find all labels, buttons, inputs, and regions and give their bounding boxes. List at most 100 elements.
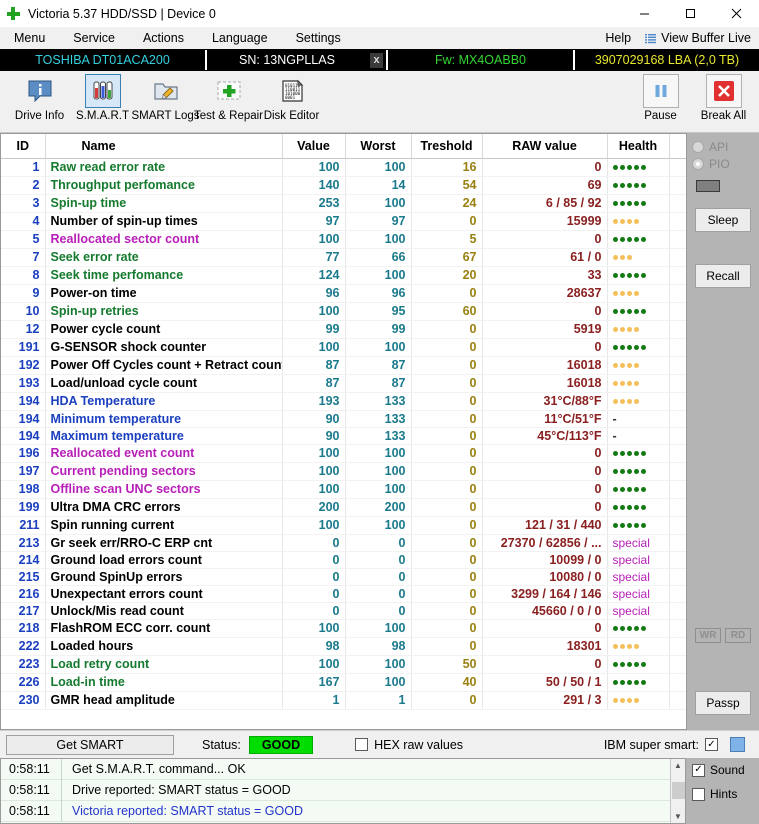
passp-button[interactable]: Passp [695,691,751,715]
menu-item-menu[interactable]: Menu [0,27,59,49]
health-dots [612,267,648,284]
wr-button[interactable]: WR [695,628,721,643]
log-row: 0:58:11 Drive reported: SMART status = GO… [1,779,685,801]
table-row[interactable]: 216 Unexpectant errors count 0 0 0 3299 / 164… [1,585,686,603]
toolbar-button-pause[interactable]: Pause [629,74,692,130]
table-row[interactable]: 217 Unlock/Mis read count 0 0 0 45660 / 0 / 0… [1,602,686,620]
cell-id: 218 [1,619,46,638]
table-row[interactable]: 222 Loaded hours 98 98 0 18301 [1,637,686,656]
sound-option[interactable]: ✓ Sound [692,763,759,777]
hints-option[interactable]: Hints [692,787,759,801]
blue-indicator-box[interactable] [730,737,745,752]
table-row[interactable]: 213 Gr seek err/RRO-C ERP cnt 0 0 0 27370 / 6… [1,534,686,552]
log-time: 0:58:11 [9,783,50,797]
toolbar-button-break-all[interactable]: Break All [692,74,755,130]
table-row[interactable]: 9 Power-on time 96 96 0 28637 [1,284,686,303]
table-row[interactable]: 197 Current pending sectors 100 100 0 0 [1,462,686,481]
table-row[interactable]: 12 Power cycle count 99 99 0 5919 [1,320,686,339]
column-header-health[interactable]: Health [607,134,670,159]
table-row[interactable]: 196 Reallocated event count 100 100 0 0 [1,444,686,463]
menu-item-actions[interactable]: Actions [129,27,198,49]
table-row[interactable]: 198 Offline scan UNC sectors 100 100 0 0 [1,480,686,499]
cell-pad [669,356,686,375]
hints-checkbox[interactable] [692,787,705,801]
menu-item-help[interactable]: Help [591,27,645,49]
table-row[interactable]: 7 Seek error rate 77 66 67 61 / 0 [1,248,686,267]
table-row[interactable]: 5 Reallocated sector count 100 100 5 0 [1,230,686,249]
cell-id: 1 [1,158,46,177]
menu-item-settings[interactable]: Settings [282,27,355,49]
close-button[interactable] [713,0,759,27]
cell-raw: 0 [482,158,608,177]
recall-button[interactable]: Recall [695,264,751,288]
table-row[interactable]: 10 Spin-up retries 100 95 60 0 [1,302,686,321]
table-row[interactable]: 218 FlashROM ECC corr. count 100 100 0 0 [1,619,686,638]
table-row[interactable]: 194 HDA Temperature 193 133 0 31°C/88°F [1,392,686,411]
cell-value: 100 [282,516,346,535]
cell-pad [669,248,686,267]
table-row[interactable]: 214 Ground load errors count 0 0 0 10099 / 0s… [1,551,686,569]
scroll-thumb[interactable] [671,782,685,799]
toolbar-button-smart[interactable]: S.M.A.R.T [71,74,134,130]
minimize-button[interactable] [621,0,667,27]
table-row[interactable]: 191 G-SENSOR shock counter 100 100 0 0 [1,338,686,357]
cell-value: 100 [282,444,346,463]
toolbar-button-disk-editor[interactable]: 010110 110011 101000 0001 Disk Editor [260,74,323,130]
table-row[interactable]: 211 Spin running current 100 100 0 121 / 31 /… [1,516,686,535]
maximize-button[interactable] [667,0,713,27]
table-row[interactable]: 3 Spin-up time 253 100 24 6 / 85 / 92 [1,194,686,213]
menu-item-language[interactable]: Language [198,27,282,49]
cell-treshold: 5 [411,230,483,249]
cell-id: 194 [1,410,46,428]
toolbar-button-test-repair[interactable]: Test & Repair [194,74,263,130]
ibm-super-smart-checkbox[interactable]: ✓ [705,738,718,751]
drive-close-x-button[interactable]: x [370,52,383,68]
column-header-worst[interactable]: Worst [345,134,412,159]
view-buffer-live-button[interactable]: View Buffer Live [645,31,759,45]
cell-treshold: 16 [411,158,483,177]
log-scrollbar[interactable]: ▲ ▼ [670,759,685,823]
rd-button[interactable]: RD [725,628,751,643]
get-smart-button[interactable]: Get SMART [6,734,174,755]
table-row[interactable]: 2 Throughput perfomance 140 14 54 69 [1,176,686,195]
log-box[interactable]: 0:58:11 Get S.M.A.R.T. command... OK 0:58:… [0,758,686,824]
cell-name: G-SENSOR shock counter [45,338,283,357]
table-row[interactable]: 194 Minimum temperature 90 133 0 11°C/51°F - [1,410,686,428]
table-row[interactable]: 215 Ground SpinUp errors 0 0 0 10080 / 0 speci… [1,568,686,586]
cell-pad [669,655,686,674]
table-row[interactable]: 4 Number of spin-up times 97 97 0 15999 [1,212,686,231]
table-row[interactable]: 223 Load retry count 100 100 50 0 [1,655,686,674]
scroll-up-arrow-icon[interactable]: ▲ [674,759,682,772]
cell-id: 198 [1,480,46,499]
cell-treshold: 60 [411,302,483,321]
table-row[interactable]: 1 Raw read error rate 100 100 16 0 [1,158,686,177]
scroll-down-arrow-icon[interactable]: ▼ [674,810,682,823]
table-row[interactable]: 192 Power Off Cycles count + Retract coun… [1,356,686,375]
sound-checkbox[interactable]: ✓ [692,763,705,777]
cell-health [607,480,670,499]
table-row[interactable]: 226 Load-in time 167 100 40 50 / 50 / 1 [1,673,686,692]
toolbar-button-drive-info[interactable]: Drive Info [8,74,71,130]
table-row[interactable]: 230 GMR head amplitude 1 1 0 291 / 3 [1,691,686,710]
sleep-button[interactable]: Sleep [695,208,751,232]
cell-name: Unlock/Mis read count [45,602,283,620]
smart-table-container[interactable]: ID Name Value Worst Treshold RAW value H… [0,133,686,730]
table-row[interactable]: 8 Seek time perfomance 124 100 20 33 [1,266,686,285]
health-dots [612,177,648,194]
menu-item-service[interactable]: Service [59,27,129,49]
radio-option-api[interactable]: API [692,140,754,154]
toolbar-button-smart-logs[interactable]: SMART Logs [132,74,199,130]
cell-raw: 45660 / 0 / 0 [482,602,608,620]
cell-health: special [607,551,670,569]
red-x-icon [705,74,742,108]
table-row[interactable]: 194 Maximum temperature 90 133 0 45°C/113°F - [1,427,686,445]
hex-raw-values-checkbox[interactable] [355,738,369,751]
radio-option-pio[interactable]: PIO [692,157,754,171]
column-header-id[interactable]: ID [1,134,46,159]
column-header-raw[interactable]: RAW value [482,134,608,159]
column-header-name[interactable]: Name [45,134,283,159]
table-row[interactable]: 199 Ultra DMA CRC errors 200 200 0 0 [1,498,686,517]
table-row[interactable]: 193 Load/unload cycle count 87 87 0 16018 [1,374,686,393]
column-header-value[interactable]: Value [282,134,346,159]
column-header-treshold[interactable]: Treshold [411,134,483,159]
